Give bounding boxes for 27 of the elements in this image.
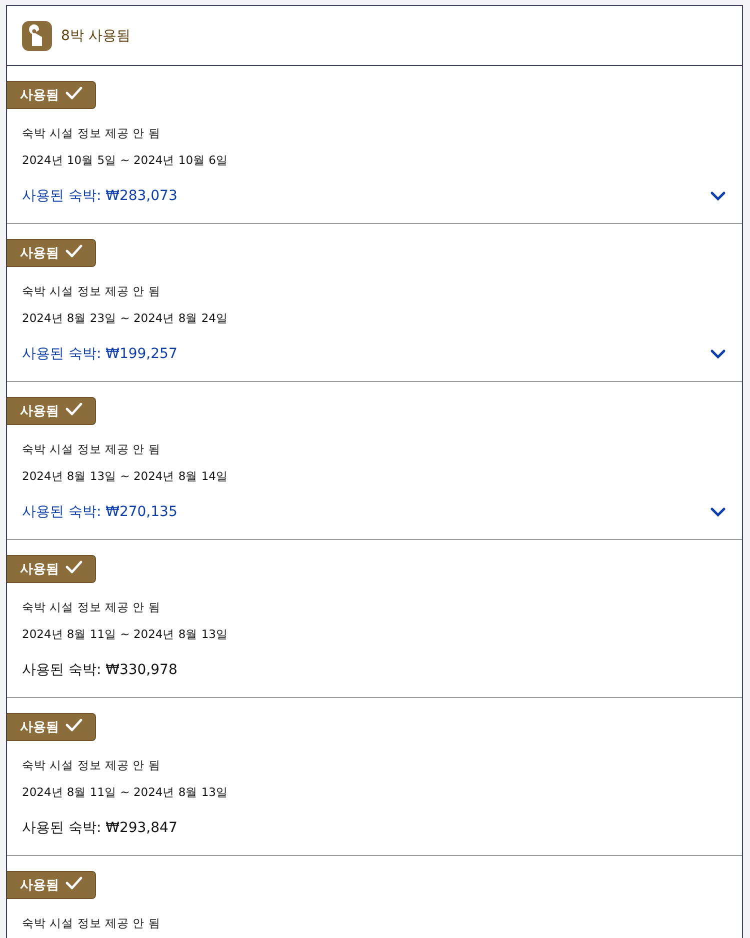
price-text: 사용된 숙박: ₩293,847 (22, 819, 178, 837)
door-hanger-icon (22, 20, 52, 50)
status-badge: 사용됨 (7, 713, 96, 741)
status-badge: 사용됨 (7, 397, 96, 425)
stay-dates: 2024년 8월 13일 ~ 2024년 8월 14일 (21, 468, 230, 485)
price-link[interactable]: 사용된 숙박: ₩283,073 (22, 187, 178, 205)
property-text: 숙박 시설 정보 제공 안 됨 (21, 599, 162, 616)
stay-dates: 2024년 8월 11일 ~ 2024년 8월 13일 (21, 784, 230, 801)
property-text: 숙박 시설 정보 제공 안 됨 (21, 283, 162, 300)
chevron-down-icon[interactable] (710, 507, 726, 517)
status-badge: 사용됨 (7, 555, 96, 583)
property-text: 숙박 시설 정보 제공 안 됨 (21, 125, 162, 142)
status-badge: 사용됨 (7, 871, 96, 899)
header-title: 8박 사용됨 (61, 26, 130, 44)
stay-dates: 2024년 8월 11일 ~ 2024년 8월 13일 (21, 626, 230, 643)
status-badge: 사용됨 (7, 239, 96, 267)
property-text: 숙박 시설 정보 제공 안 됨 (21, 757, 162, 774)
price-link[interactable]: 사용된 숙박: ₩270,135 (22, 503, 178, 521)
chevron-down-icon[interactable] (710, 191, 726, 201)
stay-dates: 2024년 8월 23일 ~ 2024년 8월 24일 (21, 310, 230, 327)
status-badge: 사용됨 (7, 81, 96, 109)
property-text: 숙박 시설 정보 제공 안 됨 (21, 441, 162, 458)
price-link[interactable]: 사용된 숙박: ₩199,257 (22, 345, 178, 363)
stay-dates: 2024년 10월 5일 ~ 2024년 10월 6일 (21, 152, 230, 169)
chevron-down-icon[interactable] (710, 349, 726, 359)
property-text: 숙박 시설 정보 제공 안 됨 (21, 915, 162, 932)
price-text: 사용된 숙박: ₩330,978 (22, 661, 178, 679)
